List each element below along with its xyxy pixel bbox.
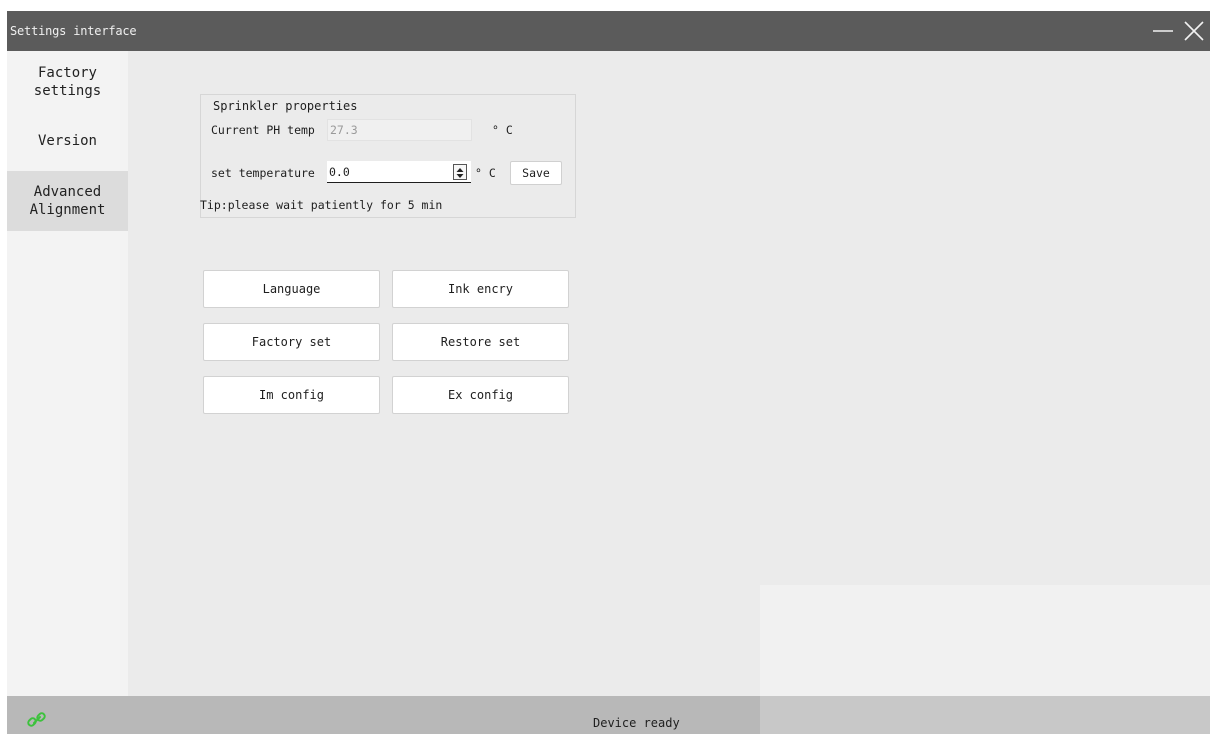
settings-window: Settings interface Factory settings Vers… <box>7 11 1210 734</box>
window-title: Settings interface <box>10 24 137 38</box>
close-button[interactable] <box>1182 19 1206 43</box>
link-icon <box>26 709 48 731</box>
current-temp-unit: ° C <box>492 123 513 137</box>
sidebar: Factory settings Version Advanced Alignm… <box>7 51 128 696</box>
language-button[interactable]: Language <box>203 270 380 308</box>
save-button[interactable]: Save <box>510 161 562 185</box>
current-temp-label: Current PH temp <box>211 123 315 137</box>
ink-encry-button[interactable]: Ink encry <box>392 270 569 308</box>
minimize-button[interactable] <box>1151 19 1175 43</box>
sidebar-item-factory-settings[interactable]: Factory settings <box>7 55 128 109</box>
sidebar-item-advanced-alignment[interactable]: Advanced Alignment <box>7 171 128 231</box>
set-temp-label: set temperature <box>211 166 315 180</box>
restore-set-button[interactable]: Restore set <box>392 323 569 361</box>
tip-text: Tip:please wait patiently for 5 min <box>200 198 443 212</box>
sprinkler-group-title: Sprinkler properties <box>210 98 361 114</box>
status-text: Device ready <box>593 716 680 730</box>
spin-updown-icon <box>456 168 464 178</box>
bottom-right-panel <box>760 585 1210 696</box>
set-temp-spinbox[interactable]: 0.0 <box>327 161 471 183</box>
current-temp-field: 27.3 <box>327 119 472 141</box>
factory-set-button[interactable]: Factory set <box>203 323 380 361</box>
title-bar: Settings interface <box>7 11 1210 51</box>
sidebar-item-version[interactable]: Version <box>7 121 128 161</box>
status-bar: Device ready <box>7 696 1210 734</box>
close-icon <box>1184 21 1204 41</box>
ex-config-button[interactable]: Ex config <box>392 376 569 414</box>
spin-arrows[interactable] <box>453 164 467 180</box>
minimize-icon <box>1153 30 1173 32</box>
im-config-button[interactable]: Im config <box>203 376 380 414</box>
set-temp-unit: ° C <box>475 166 496 180</box>
